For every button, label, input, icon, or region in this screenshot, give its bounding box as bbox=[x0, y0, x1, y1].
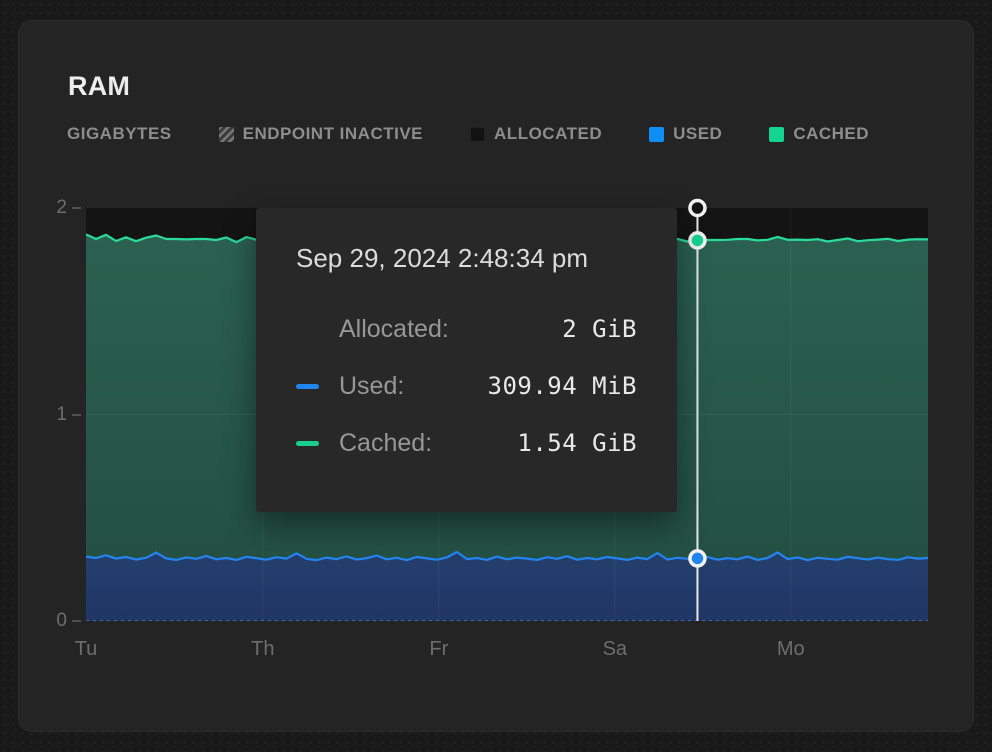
x-tick-Mo: Mo bbox=[777, 638, 805, 661]
cached-series-marker-icon bbox=[296, 441, 319, 446]
used-swatch-icon bbox=[649, 127, 664, 142]
legend-item-allocated[interactable]: ALLOCATED bbox=[470, 124, 602, 144]
y-tick-label: 1 bbox=[56, 404, 67, 426]
ram-metrics-card: RAM GIGABYTES ENDPOINT INACTIVE ALLOCATED… bbox=[18, 20, 974, 732]
y-tick-dash bbox=[72, 207, 81, 209]
y-tick-label: 0 bbox=[56, 610, 67, 632]
cached-swatch-icon bbox=[769, 127, 784, 142]
used-series-marker-icon bbox=[296, 384, 319, 389]
crosshair-marker-allocated bbox=[690, 201, 705, 216]
x-tick-Sa: Sa bbox=[603, 638, 627, 661]
y-tick-2: 2 bbox=[56, 197, 81, 219]
tooltip-row-cached: Cached: 1.54 GiB bbox=[296, 428, 637, 458]
x-tick-Th: Th bbox=[251, 638, 274, 661]
legend-item-label: ALLOCATED bbox=[494, 124, 602, 144]
tooltip-row-value: 309.94 MiB bbox=[488, 372, 638, 400]
tooltip-rows: Allocated: 2 GiB Used: 309.94 MiB Cached: 1.5… bbox=[296, 314, 637, 458]
y-tick-dash bbox=[72, 414, 81, 416]
legend-item-label: ENDPOINT INACTIVE bbox=[243, 124, 423, 144]
used-area bbox=[86, 552, 928, 621]
chart-legend: GIGABYTES ENDPOINT INACTIVE ALLOCATED USED… bbox=[67, 124, 869, 144]
crosshair-marker-cached bbox=[690, 233, 705, 248]
tooltip-row-value: 2 GiB bbox=[562, 315, 637, 343]
marker-spacer bbox=[296, 327, 319, 332]
crosshair-marker-used bbox=[690, 551, 705, 566]
y-tick-0: 0 bbox=[56, 610, 81, 632]
x-axis: TuThFrSaMo bbox=[86, 638, 928, 662]
legend-item-cached[interactable]: CACHED bbox=[769, 124, 869, 144]
tooltip-row-label: Cached: bbox=[339, 429, 432, 458]
legend-item-label: CACHED bbox=[793, 124, 869, 144]
legend-item-endpoint-inactive[interactable]: ENDPOINT INACTIVE bbox=[219, 124, 423, 144]
tooltip-row-used: Used: 309.94 MiB bbox=[296, 371, 637, 401]
y-tick-1: 1 bbox=[56, 404, 81, 426]
page-title: RAM bbox=[68, 71, 130, 102]
x-tick-Tu: Tu bbox=[75, 638, 98, 661]
chart-tooltip: Sep 29, 2024 2:48:34 pm Allocated: 2 GiB U… bbox=[256, 208, 677, 512]
y-tick-dash bbox=[72, 620, 81, 622]
tooltip-row-label: Allocated: bbox=[339, 315, 449, 344]
axis-unit-label: GIGABYTES bbox=[67, 124, 172, 144]
y-tick-label: 2 bbox=[56, 197, 67, 219]
x-tick-Fr: Fr bbox=[429, 638, 448, 661]
endpoint-inactive-swatch-icon bbox=[219, 127, 234, 142]
allocated-swatch-icon bbox=[470, 127, 485, 142]
y-axis: 210 bbox=[19, 208, 81, 621]
tooltip-row-label: Used: bbox=[339, 372, 404, 401]
tooltip-timestamp: Sep 29, 2024 2:48:34 pm bbox=[296, 242, 637, 274]
tooltip-row-value: 1.54 GiB bbox=[517, 429, 637, 457]
legend-item-used[interactable]: USED bbox=[649, 124, 722, 144]
tooltip-row-allocated: Allocated: 2 GiB bbox=[296, 314, 637, 344]
legend-item-label: USED bbox=[673, 124, 722, 144]
